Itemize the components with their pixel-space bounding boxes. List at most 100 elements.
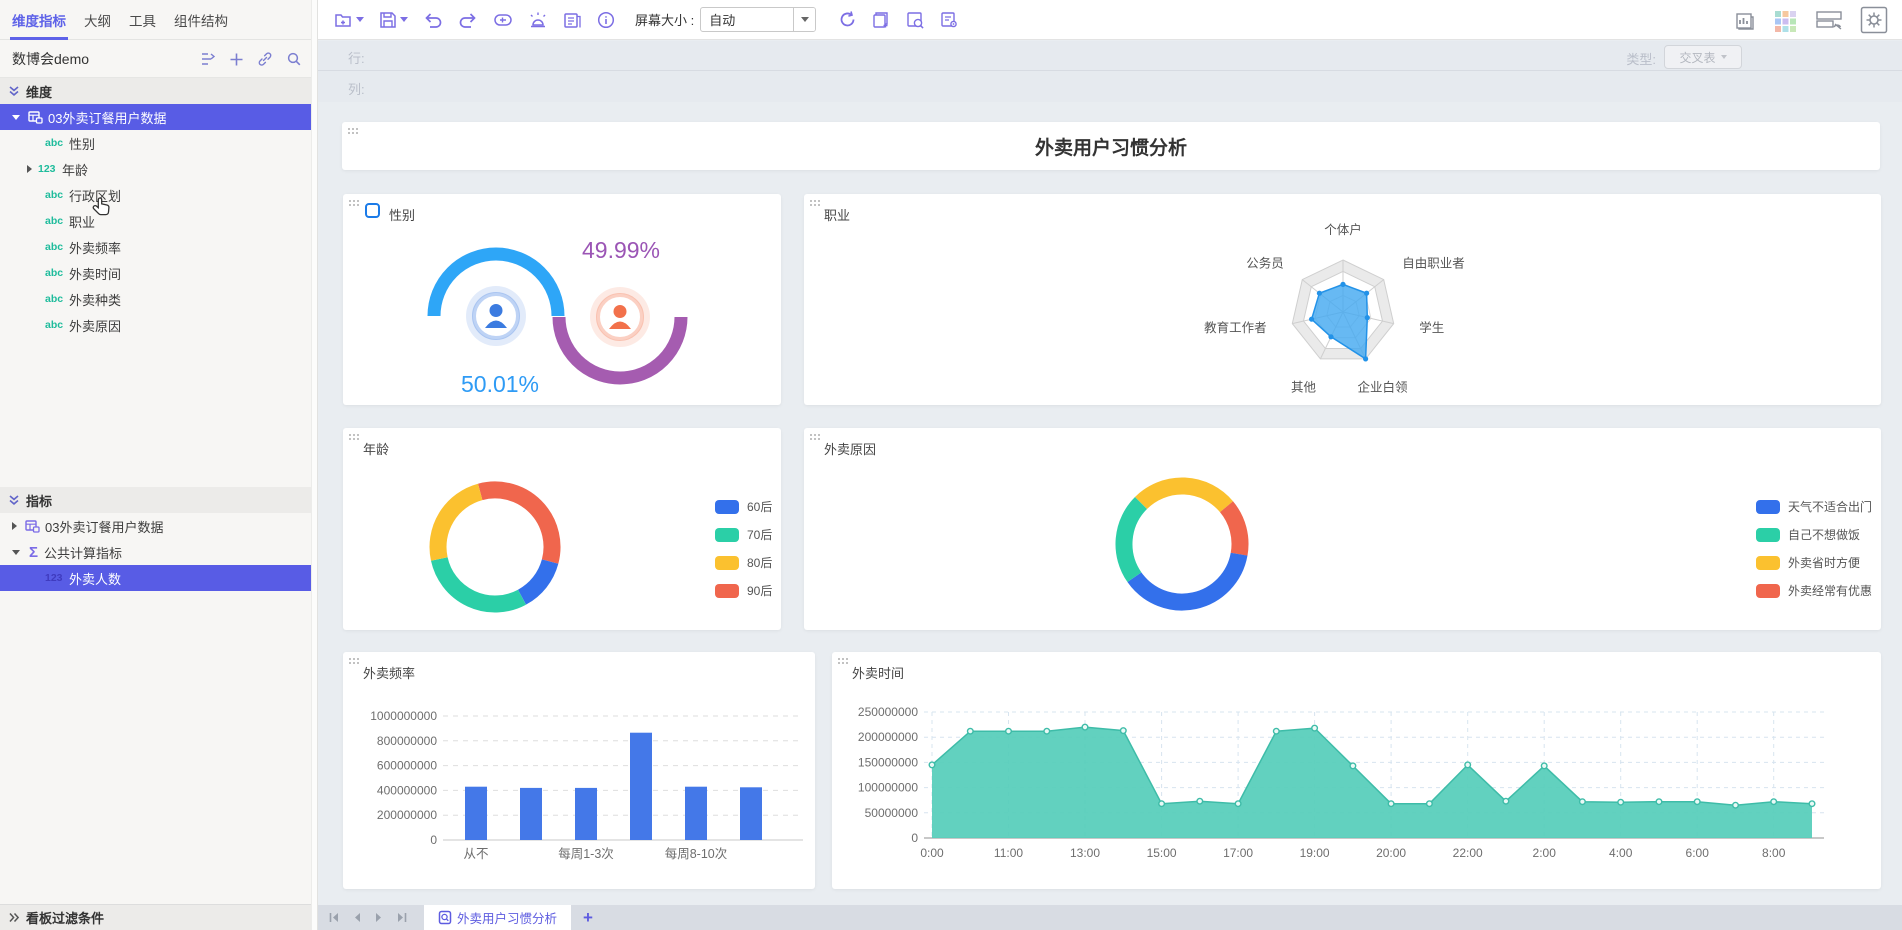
info-button[interactable] — [597, 11, 615, 29]
legend-item[interactable]: 天气不适合出门 — [1756, 498, 1872, 515]
refresh-button[interactable] — [838, 10, 857, 29]
prev-sheet-button[interactable] — [352, 912, 362, 923]
card-time: 外卖时间 05000000010000000015000000020000000… — [832, 652, 1881, 889]
dimension-field-年龄[interactable]: 123年龄 — [0, 156, 312, 182]
dimension-field-外卖种类[interactable]: abc外卖种类 — [0, 286, 312, 312]
svg-text:自由职业者: 自由职业者 — [1402, 257, 1465, 271]
svg-text:400000000: 400000000 — [377, 783, 437, 797]
dimension-dataset-root[interactable]: 03外卖订餐用户数据 — [0, 104, 312, 130]
sidebar-scrollbar[interactable] — [311, 0, 317, 930]
field-type-badge: abc — [45, 137, 69, 149]
svg-text:15:00: 15:00 — [1147, 846, 1177, 860]
sidebar-tab-strip: 维度指标大纲工具组件结构 — [0, 0, 312, 40]
measure-item-外卖人数[interactable]: 123外卖人数 — [0, 565, 312, 591]
sidebar-tab-structure[interactable]: 组件结构 — [174, 0, 228, 40]
legend-item[interactable]: 80后 — [715, 554, 772, 571]
board-filter-footer[interactable]: 看板过滤条件 — [0, 904, 312, 930]
screen-size-label: 屏幕大小 : — [635, 10, 694, 29]
svg-text:13:00: 13:00 — [1070, 846, 1100, 860]
save-button[interactable] — [379, 11, 408, 29]
type-select[interactable]: 交叉表 — [1664, 45, 1742, 69]
new-file-button[interactable] — [334, 11, 364, 29]
layout-grid-icon[interactable] — [1772, 8, 1798, 32]
legend-swatch — [1756, 528, 1780, 542]
svg-text:200000000: 200000000 — [858, 730, 918, 744]
svg-text:每周8-10次: 每周8-10次 — [665, 846, 728, 861]
hierarchy-icon[interactable] — [200, 51, 216, 67]
dimension-field-外卖原因[interactable]: abc外卖原因 — [0, 312, 312, 338]
last-sheet-button[interactable] — [396, 912, 408, 923]
doc-settings-button[interactable] — [940, 11, 959, 29]
workspace-row: 数博会demo — [0, 41, 312, 78]
add-sheet-button[interactable]: + — [583, 908, 593, 928]
hide-panel-icon[interactable] — [1814, 8, 1844, 32]
workspace-name: 数博会demo — [12, 49, 200, 69]
legend-item[interactable]: 70后 — [715, 526, 772, 543]
dimension-field-行政区划[interactable]: abc行政区划 — [0, 182, 312, 208]
dimension-field-性别[interactable]: abc性别 — [0, 130, 312, 156]
doc-search-button[interactable] — [906, 11, 925, 29]
dimension-field-外卖频率[interactable]: abc外卖频率 — [0, 234, 312, 260]
dimension-field-职业[interactable]: abc职业 — [0, 208, 312, 234]
svg-text:6:00: 6:00 — [1686, 846, 1710, 860]
dataset-icon — [28, 111, 43, 124]
undo-button[interactable] — [423, 11, 443, 29]
svg-text:50.01%: 50.01% — [461, 371, 539, 397]
svg-text:0: 0 — [430, 833, 437, 847]
copy-add-button[interactable] — [872, 11, 891, 29]
dimension-field-外卖时间[interactable]: abc外卖时间 — [0, 260, 312, 286]
card-frequency: 外卖频率 02000000004000000006000000008000000… — [343, 652, 815, 889]
add-icon[interactable] — [229, 52, 244, 67]
time-area-chart: 0500000001000000001500000002000000002500… — [832, 652, 1881, 889]
next-sheet-button[interactable] — [374, 912, 384, 923]
caret-right-icon[interactable] — [27, 165, 32, 173]
active-sheet-tab[interactable]: 外卖用户习惯分析 — [424, 905, 571, 930]
card-gender: 性别 50.01% 49.99% — [343, 194, 781, 405]
dashboard-title: 外卖用户习惯分析 — [1035, 133, 1187, 160]
svg-text:100000000: 100000000 — [858, 781, 918, 795]
drag-handle[interactable] — [347, 127, 359, 135]
reason-donut-chart — [804, 428, 1881, 630]
alarm-button[interactable] — [528, 11, 548, 29]
caret-down-icon — [1721, 55, 1727, 59]
screen-size-select[interactable]: 自动 — [700, 7, 816, 32]
collapse-icon — [8, 85, 20, 97]
dashboard-title-card: 外卖用户习惯分析 — [342, 122, 1880, 170]
svg-text:22:00: 22:00 — [1453, 846, 1483, 860]
measure-item-公共计算指标[interactable]: Σ公共计算指标 — [0, 539, 312, 565]
first-sheet-button[interactable] — [328, 912, 340, 923]
search-icon[interactable] — [286, 51, 302, 67]
document-button[interactable] — [563, 11, 582, 29]
link-icon[interactable] — [257, 51, 273, 67]
caret-down-icon[interactable] — [12, 550, 20, 555]
legend-swatch — [1756, 500, 1780, 514]
legend-item[interactable]: 外卖省时方便 — [1756, 554, 1872, 571]
legend-item[interactable]: 60后 — [715, 498, 772, 515]
sidebar-tab-tools[interactable]: 工具 — [129, 0, 156, 40]
collapse-icon — [8, 494, 20, 506]
legend-item[interactable]: 外卖经常有优惠 — [1756, 582, 1872, 599]
frequency-bar-chart: 0200000000400000000600000000800000000100… — [343, 652, 815, 889]
svg-text:17:00: 17:00 — [1223, 846, 1253, 860]
sidebar-tab-outline[interactable]: 大纲 — [84, 0, 111, 40]
measure-section-header[interactable]: 指标 — [0, 487, 312, 513]
svg-text:公务员: 公务员 — [1246, 256, 1284, 271]
type-label: 类型: — [1626, 49, 1656, 68]
caret-right-icon[interactable] — [12, 522, 17, 530]
caret-down-icon[interactable] — [12, 115, 20, 120]
legend-swatch — [715, 584, 739, 598]
svg-text:11:00: 11:00 — [994, 846, 1023, 860]
settings-gear-icon[interactable] — [1860, 6, 1888, 34]
chart-pages-icon[interactable] — [1730, 8, 1756, 32]
legend-item[interactable]: 自己不想做饭 — [1756, 526, 1872, 543]
redo-button[interactable] — [458, 11, 478, 29]
measure-item-03外卖订餐用户数据[interactable]: 03外卖订餐用户数据 — [0, 513, 312, 539]
field-type-badge: abc — [45, 319, 69, 331]
select-dropdown-button[interactable] — [793, 8, 815, 31]
field-type-badge: abc — [45, 267, 69, 279]
link-share-button[interactable] — [493, 11, 513, 29]
sidebar-tab-dimension-metrics[interactable]: 维度指标 — [12, 0, 66, 40]
legend-item[interactable]: 90后 — [715, 582, 772, 599]
dimension-section-header[interactable]: 维度 — [0, 78, 312, 104]
dimension-tree: 03外卖订餐用户数据abc性别123年龄abc行政区划abc职业abc外卖频率a… — [0, 104, 312, 338]
